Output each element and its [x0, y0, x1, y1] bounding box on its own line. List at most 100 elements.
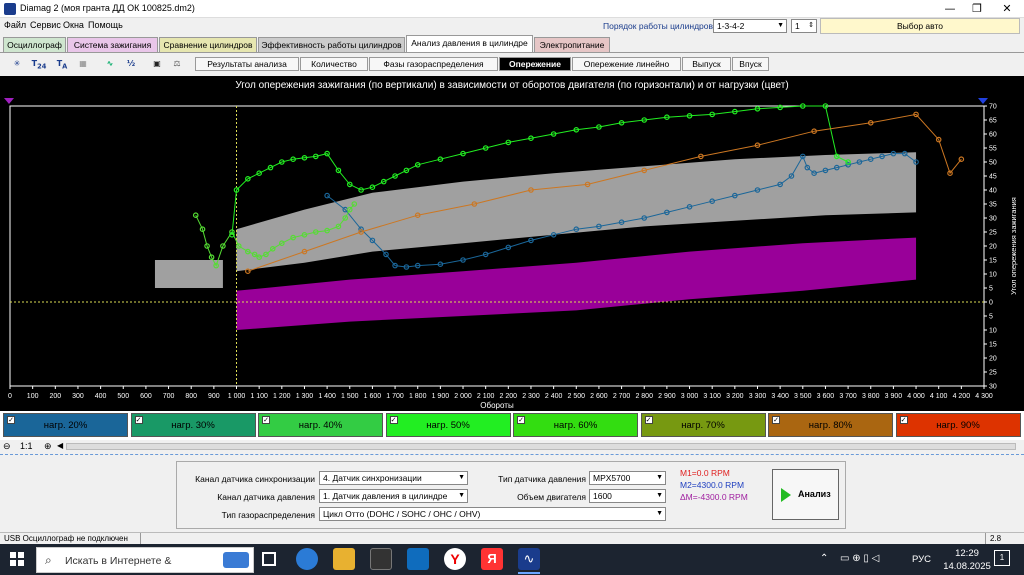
legend-item[interactable]: ✓ нагр. 20%: [3, 413, 128, 437]
analyze-button[interactable]: Анализ: [772, 469, 839, 520]
legend-label: нагр. 20%: [43, 420, 88, 431]
tab-oscilloscope[interactable]: Осциллограф: [3, 37, 66, 52]
x-tick-label: 400: [95, 393, 107, 400]
t-auto-icon[interactable]: TA: [53, 55, 71, 73]
outlook-icon[interactable]: [407, 548, 429, 570]
tab-power[interactable]: Электропитание: [534, 37, 610, 52]
diamag-taskbar-icon[interactable]: ∿: [518, 548, 540, 570]
legend-item[interactable]: ✓ нагр. 70%: [640, 413, 766, 437]
x-tick-label: 900: [208, 393, 220, 400]
clock-time[interactable]: 12:29: [945, 548, 989, 559]
scroll-left-icon[interactable]: ◀: [57, 441, 63, 450]
legend-checkbox[interactable]: ✓: [644, 416, 653, 424]
legend-checkbox[interactable]: ✓: [7, 416, 15, 424]
store-icon[interactable]: [370, 548, 392, 570]
tray-icons[interactable]: ▭ ⊕ ▯ ◁: [840, 553, 879, 564]
legend-checkbox[interactable]: ✓: [134, 416, 143, 424]
scales-icon[interactable]: ⚖: [168, 55, 186, 73]
x-tick-label: 100: [27, 393, 39, 400]
legend-checkbox[interactable]: ✓: [899, 416, 908, 424]
subtab-intake[interactable]: Впуск: [732, 57, 769, 71]
y-tick-label: 10: [989, 328, 997, 335]
usb-status: USB Осциллограф не подключен: [4, 534, 128, 543]
pressure-channel-select[interactable]: 1. Датчик давления в цилиндре ▼: [319, 489, 468, 503]
zoom-out-icon[interactable]: ⊖: [3, 441, 11, 452]
maximize-button[interactable]: ❐: [962, 0, 992, 18]
chart-svg[interactable]: 0 100 200 300 400 500 600 700 800 900 1 000 1 100 1 …: [0, 76, 1024, 412]
engine-volume-select[interactable]: 1600 ▼: [589, 489, 666, 503]
start-icon[interactable]: [10, 552, 24, 566]
y-axis-label: Угол опережения зажигания: [1009, 197, 1018, 295]
app-icon: [4, 3, 16, 15]
search-placeholder: Искать в Интернете &: [65, 555, 172, 567]
subtab-results[interactable]: Результаты анализа: [195, 57, 299, 71]
legend-checkbox[interactable]: ✓: [262, 416, 270, 424]
auto-select-button[interactable]: Выбор авто: [820, 18, 1020, 34]
curve-icon[interactable]: ∿: [101, 55, 119, 73]
edge-icon[interactable]: [296, 548, 318, 570]
start-tile: [10, 560, 16, 566]
tab-cylinder-efficiency[interactable]: Эффективность работы цилиндров: [258, 37, 405, 52]
sync-channel-select[interactable]: 4. Датчик синхронизации ▼: [319, 471, 468, 485]
search-highlight-icon: [223, 552, 249, 568]
minimize-button[interactable]: —: [935, 0, 965, 18]
x-tick-label: 3 200: [726, 393, 744, 400]
legend-item[interactable]: ✓ нагр. 80%: [768, 413, 893, 437]
x-tick-label: 700: [163, 393, 175, 400]
oscilloscope-icon[interactable]: ✳: [8, 55, 26, 73]
subtab-advance[interactable]: Опережение: [499, 57, 571, 71]
tab-pressure-analysis[interactable]: Анализ давления в цилиндре: [406, 35, 533, 52]
chevron-up-icon[interactable]: ⌃: [820, 553, 828, 564]
subtab-valve-timing[interactable]: Фазы газораспределения: [369, 57, 498, 71]
save-icon[interactable]: ▣: [148, 55, 166, 73]
task-view-icon[interactable]: [262, 552, 276, 566]
legend-checkbox[interactable]: ✓: [772, 416, 780, 424]
subtab-exhaust[interactable]: Выпуск: [682, 57, 731, 71]
x-tick-label: 2 200: [500, 393, 518, 400]
menu-windows[interactable]: Окна: [63, 20, 84, 30]
language-indicator[interactable]: РУС: [912, 554, 931, 565]
x-tick-label: 3 900: [885, 393, 903, 400]
yandex-browser-icon[interactable]: Y: [444, 548, 466, 570]
taskbar-search[interactable]: ⌕ Искать в Интернете &: [36, 547, 254, 573]
legend-item[interactable]: ✓ нагр. 90%: [895, 413, 1021, 437]
t-sync-icon[interactable]: T24: [30, 55, 48, 73]
chart-mode-icon[interactable]: ▦: [74, 55, 92, 73]
notification-icon[interactable]: 1: [994, 550, 1010, 566]
sensor-type-select[interactable]: MPX5700 ▼: [589, 471, 666, 485]
tab-ignition[interactable]: Система зажигания: [67, 37, 158, 52]
horizontal-scrollbar[interactable]: [66, 443, 1016, 450]
cylinder-order-value: 1-3-4-2: [717, 21, 745, 31]
advance-chart[interactable]: 0 100 200 300 400 500 600 700 800 900 1 000 1 100 1 …: [0, 76, 1024, 412]
menu-service[interactable]: Сервис: [30, 20, 61, 30]
x-tick-label: 0: [8, 393, 12, 400]
menu-help[interactable]: Помощь: [88, 20, 123, 30]
legend-checkbox[interactable]: ✓: [389, 416, 398, 424]
engine-volume-value: 1600: [593, 491, 612, 501]
subtab-advance-linear[interactable]: Опережение линейно: [572, 57, 681, 71]
splitter[interactable]: [0, 454, 1024, 457]
y-tick-label: 0: [989, 300, 993, 307]
legend-item[interactable]: ✓ нагр. 40%: [258, 413, 383, 437]
explorer-icon[interactable]: [333, 548, 355, 570]
cylinder-spinner[interactable]: 1 ⇕: [791, 19, 817, 33]
y-tick-label: 20: [989, 244, 997, 251]
clock-date[interactable]: 14.08.2025: [940, 561, 994, 572]
legend-item[interactable]: ✓ нагр. 30%: [130, 413, 256, 437]
close-button[interactable]: ✕: [992, 0, 1022, 18]
legend-item[interactable]: ✓ нагр. 60%: [513, 413, 638, 437]
menu-file[interactable]: Файл: [4, 20, 26, 30]
zoom-in-icon[interactable]: ⊕: [44, 441, 52, 452]
y-tick-label: 10: [989, 272, 997, 279]
legend-item[interactable]: ✓ нагр. 50%: [385, 413, 511, 437]
cylinder-order-select[interactable]: 1-3-4-2 ▼: [713, 19, 787, 33]
alg-icon[interactable]: ½: [122, 55, 140, 73]
legend-checkbox[interactable]: ✓: [517, 416, 525, 424]
x-tick-label: 1 800: [409, 393, 427, 400]
legend-label: нагр. 50%: [426, 420, 470, 431]
timing-type-select[interactable]: Цикл Отто (DOHC / SOHC / OHC / OHV) ▼: [319, 507, 666, 521]
tab-cylinder-compare[interactable]: Сравнение цилиндров: [159, 37, 257, 52]
yandex-icon[interactable]: Я: [481, 548, 503, 570]
subtab-count[interactable]: Количество: [300, 57, 368, 71]
x-tick-label: 2 900: [658, 393, 676, 400]
